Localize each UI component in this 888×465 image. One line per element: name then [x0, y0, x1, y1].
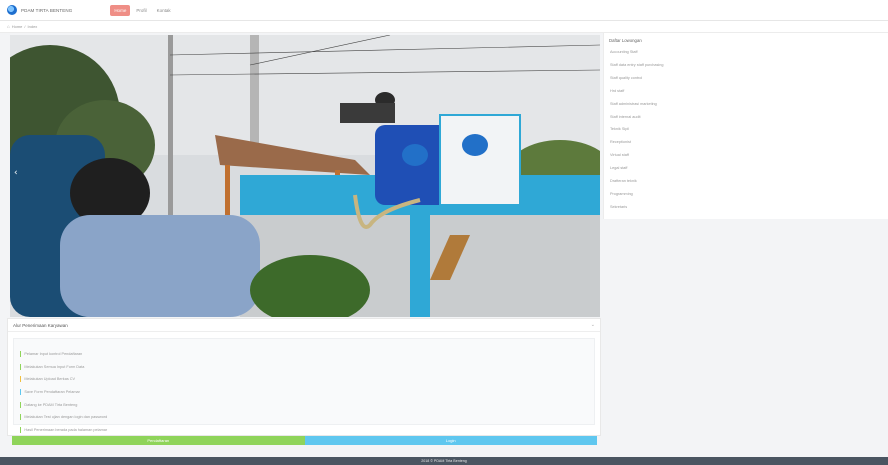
action-buttons: Pendaftaran Login [12, 436, 597, 445]
list-item: Save Form Pendaftaran Pelamar [20, 386, 588, 399]
footer-copyright: 2018 © PDAM Tirta Benteng [421, 459, 467, 463]
list-item: Melakukan Upload Berkas CV [20, 373, 588, 386]
water-terminal-photo: ‹ [10, 35, 600, 317]
brand-name: PDAM TIRTA BENTENG [21, 7, 73, 13]
sidebar-item-sekretaris[interactable]: Sekretaris [609, 200, 888, 213]
brand[interactable]: PDAM TIRTA BENTENG [7, 5, 72, 15]
step-marker [20, 401, 22, 408]
sidebar-title: Daftar Lowongan [609, 38, 642, 43]
sidebar-item-virtual-staff[interactable]: Virtual staff [609, 149, 888, 162]
step-marker [20, 351, 22, 358]
sidebar-item-legal-staff[interactable]: Legal staff [609, 162, 888, 175]
step-marker [20, 389, 22, 396]
sidebar-item-accounting[interactable]: Accounting Staff [609, 46, 888, 59]
sidebar-item-quality-control[interactable]: Staff quality control [609, 72, 888, 85]
step-text: Save Form Pendaftaran Pelamar [24, 390, 80, 395]
list-item: Melakukan Semua Input Form Data [20, 361, 588, 374]
nav-item-kontak[interactable]: Kontak [153, 5, 175, 16]
sidebar-item-admin-marketing[interactable]: Staff administrasi marketing [609, 97, 888, 110]
sidebar-item-teknik-sipil[interactable]: Teknik Sipil [609, 123, 888, 136]
recruitment-flow-header[interactable]: Alur Penerimaan Karyawan ⌄ [8, 319, 600, 332]
register-button[interactable]: Pendaftaran [12, 436, 305, 445]
breadcrumb: ⌂ Home / Index [0, 21, 888, 33]
sidebar-item-receptionist[interactable]: Receptionist [609, 136, 888, 149]
svg-text:‹: ‹ [14, 168, 18, 178]
step-text: Pelamar Input kontrol Pendaftaran [24, 352, 83, 357]
step-text: Melakukan Semua Input Form Data [24, 364, 85, 369]
recruitment-steps-list: Pelamar Input kontrol Pendaftaran Melaku… [13, 338, 595, 433]
step-marker [20, 426, 22, 433]
sidebar-item-internal-audit[interactable]: Staff internal audit [609, 110, 888, 123]
step-marker [20, 414, 22, 421]
footer: 2018 © PDAM Tirta Benteng [0, 457, 888, 465]
breadcrumb-separator: / [24, 24, 26, 29]
login-button[interactable]: Login [304, 436, 597, 445]
job-vacancies-sidebar: Daftar Lowongan Accounting Staff Staff d… [603, 33, 888, 219]
step-text: Melakukan Upload Berkas CV [24, 377, 76, 382]
sidebar-item-programming[interactable]: Programming [609, 187, 888, 200]
step-marker [20, 363, 22, 370]
breadcrumb-current: Index [27, 24, 38, 29]
hero-photo: ‹ [10, 35, 600, 317]
sidebar-item-drafter[interactable]: Drafteran teknik [609, 174, 888, 187]
list-item: Pelamar Input kontrol Pendaftaran [20, 348, 588, 361]
chevron-down-icon[interactable]: ⌄ [591, 322, 595, 328]
step-text: Melakukan Test ujian dengan login dan pa… [24, 415, 108, 420]
nav-item-home[interactable]: Home [110, 4, 131, 16]
step-marker [20, 376, 22, 383]
recruitment-flow-panel: Alur Penerimaan Karyawan ⌄ Pelamar Input… [7, 318, 601, 436]
nav-item-profil[interactable]: Profil [132, 5, 150, 16]
top-navbar: PDAM TIRTA BENTENG Home Profil Kontak [0, 0, 888, 21]
home-icon: ⌂ [7, 24, 10, 29]
step-text: Hasil Penerimaan berada pada halaman pel… [24, 427, 108, 432]
pdam-logo-icon [7, 5, 17, 15]
list-item: Datang ke PDAM Tirta Benteng [20, 398, 588, 411]
sidebar-item-hrd[interactable]: Hrd staff [609, 85, 888, 98]
step-text: Datang ke PDAM Tirta Benteng [24, 402, 78, 407]
list-item: Melakukan Test ujian dengan login dan pa… [20, 411, 588, 424]
sidebar-item-data-entry[interactable]: Staff data entry staff purchasing [609, 59, 888, 72]
list-item: Hasil Penerimaan berada pada halaman pel… [20, 424, 588, 437]
recruitment-flow-title: Alur Penerimaan Karyawan [13, 322, 68, 328]
breadcrumb-home[interactable]: Home [12, 24, 23, 29]
